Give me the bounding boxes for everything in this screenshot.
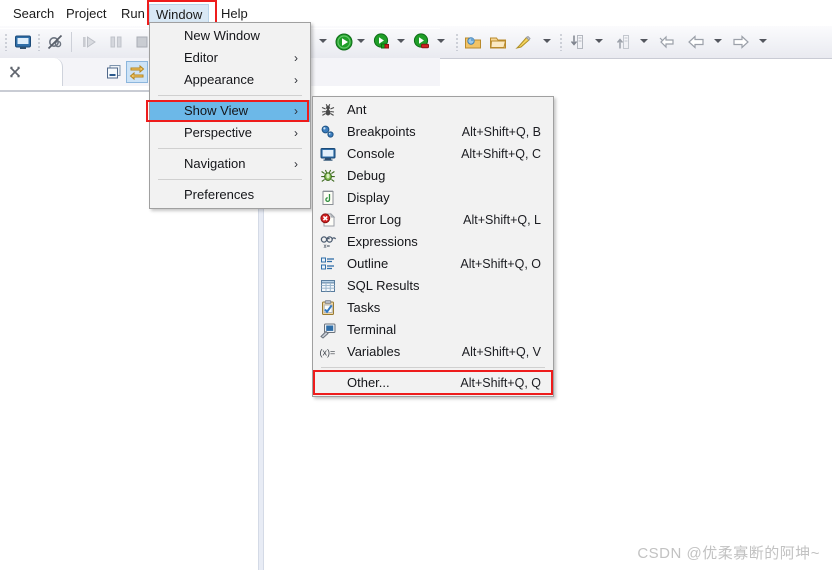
menu-item-preferences[interactable]: Preferences (150, 184, 310, 206)
forward-icon[interactable] (731, 32, 751, 52)
debug-dropdown-arrow[interactable] (319, 39, 327, 43)
menu-item-console[interactable]: Console Alt+Shift+Q, C (313, 143, 553, 165)
toolbar-grip[interactable] (38, 33, 40, 51)
error-log-icon (319, 211, 337, 229)
forward-dropdown-arrow[interactable] (759, 39, 767, 43)
next-annotation-dropdown-arrow[interactable] (595, 39, 603, 43)
menu-item-expressions[interactable]: x= Expressions (313, 231, 553, 253)
next-annotation-icon[interactable] (566, 32, 586, 52)
back-dropdown-arrow[interactable] (714, 39, 722, 43)
menu-item-ant[interactable]: Ant (313, 99, 553, 121)
menubar-item-search[interactable]: Search (6, 4, 61, 23)
main-toolbar (0, 26, 832, 59)
expressions-icon: x= (319, 233, 337, 251)
chevron-right-icon: › (294, 104, 298, 118)
open-type-icon[interactable] (13, 32, 33, 52)
menu-separator (158, 95, 302, 96)
previous-annotation-dropdown-arrow[interactable] (640, 39, 648, 43)
menu-item-other[interactable]: Other... Alt+Shift+Q, Q (313, 372, 553, 394)
menu-item-appearance[interactable]: Appearance › (150, 69, 310, 91)
run-dropdown-arrow[interactable] (357, 39, 365, 43)
chevron-right-icon: › (294, 126, 298, 140)
menu-item-error-log[interactable]: Error Log Alt+Shift+Q, L (313, 209, 553, 231)
skip-breakpoints-icon[interactable] (45, 32, 65, 52)
show-view-submenu: Ant Breakpoints Alt+Shift+Q, B Console A… (312, 96, 554, 397)
menubar-item-help[interactable]: Help (214, 4, 255, 23)
ant-icon (319, 101, 337, 119)
external-tools-dropdown-arrow[interactable] (543, 39, 551, 43)
new-folder-icon[interactable] (488, 32, 508, 52)
menu-item-perspective[interactable]: Perspective › (150, 122, 310, 144)
menu-item-new-window[interactable]: New Window (150, 25, 310, 47)
resume-icon[interactable] (79, 32, 99, 52)
menu-item-editor[interactable]: Editor › (150, 47, 310, 69)
minimize-view-icon[interactable] (105, 63, 123, 86)
toolbar-separator (71, 32, 72, 52)
debug-icon (319, 167, 337, 185)
run-as-icon[interactable] (372, 32, 392, 52)
menu-item-outline[interactable]: Outline Alt+Shift+Q, O (313, 253, 553, 275)
sql-results-icon (319, 277, 337, 295)
menubar-item-project[interactable]: Project (59, 4, 113, 23)
menu-item-variables[interactable]: (x)= Variables Alt+Shift+Q, V (313, 341, 553, 363)
menu-item-display[interactable]: Display (313, 187, 553, 209)
menu-item-terminal[interactable]: Terminal (313, 319, 553, 341)
toolbar-grip[interactable] (5, 33, 7, 51)
new-package-icon[interactable] (463, 32, 483, 52)
menu-separator (158, 148, 302, 149)
menubar-item-run[interactable]: Run (114, 4, 152, 23)
menu-item-breakpoints[interactable]: Breakpoints Alt+Shift+Q, B (313, 121, 553, 143)
svg-text:x=: x= (324, 244, 331, 250)
menu-item-debug[interactable]: Debug (313, 165, 553, 187)
console-icon (319, 145, 337, 163)
chevron-right-icon: › (294, 73, 298, 87)
display-icon (319, 189, 337, 207)
menu-bar: Search Project Run Window Help (0, 0, 832, 26)
chevron-right-icon: › (294, 51, 298, 65)
chevron-right-icon: › (294, 157, 298, 171)
csdn-watermark: CSDN @优柔寡断的阿坤~ (637, 545, 820, 562)
view-tab[interactable] (0, 58, 63, 86)
previous-annotation-icon[interactable] (612, 32, 632, 52)
outline-icon (319, 255, 337, 273)
breakpoints-icon (319, 123, 337, 141)
back-icon[interactable] (686, 32, 706, 52)
menu-item-navigation[interactable]: Navigation › (150, 153, 310, 175)
tasks-icon (319, 299, 337, 317)
suspend-icon[interactable] (106, 32, 126, 52)
last-edit-icon[interactable] (657, 32, 677, 52)
svg-text:(x)=: (x)= (320, 348, 336, 358)
run-as-dropdown-arrow[interactable] (397, 39, 405, 43)
variables-icon: (x)= (319, 343, 337, 361)
coverage-icon[interactable] (412, 32, 432, 52)
coverage-dropdown-arrow[interactable] (437, 39, 445, 43)
link-with-editor-icon[interactable] (126, 61, 148, 83)
eclipse-window: Search Project Run Window Help New Windo… (0, 0, 832, 570)
window-dropdown-menu: New Window Editor › Appearance › Show Vi… (149, 22, 311, 209)
menu-item-show-view[interactable]: Show View › (150, 100, 310, 122)
toolbar-grip[interactable] (456, 33, 458, 51)
menu-separator (158, 179, 302, 180)
close-view-icon[interactable] (8, 65, 22, 84)
toolbar-grip[interactable] (560, 33, 562, 51)
run-icon[interactable] (334, 32, 354, 52)
menu-item-sql-results[interactable]: SQL Results (313, 275, 553, 297)
external-tools-icon[interactable] (513, 32, 533, 52)
menu-item-tasks[interactable]: Tasks (313, 297, 553, 319)
terminal-icon (319, 321, 337, 339)
menu-separator (321, 367, 545, 368)
